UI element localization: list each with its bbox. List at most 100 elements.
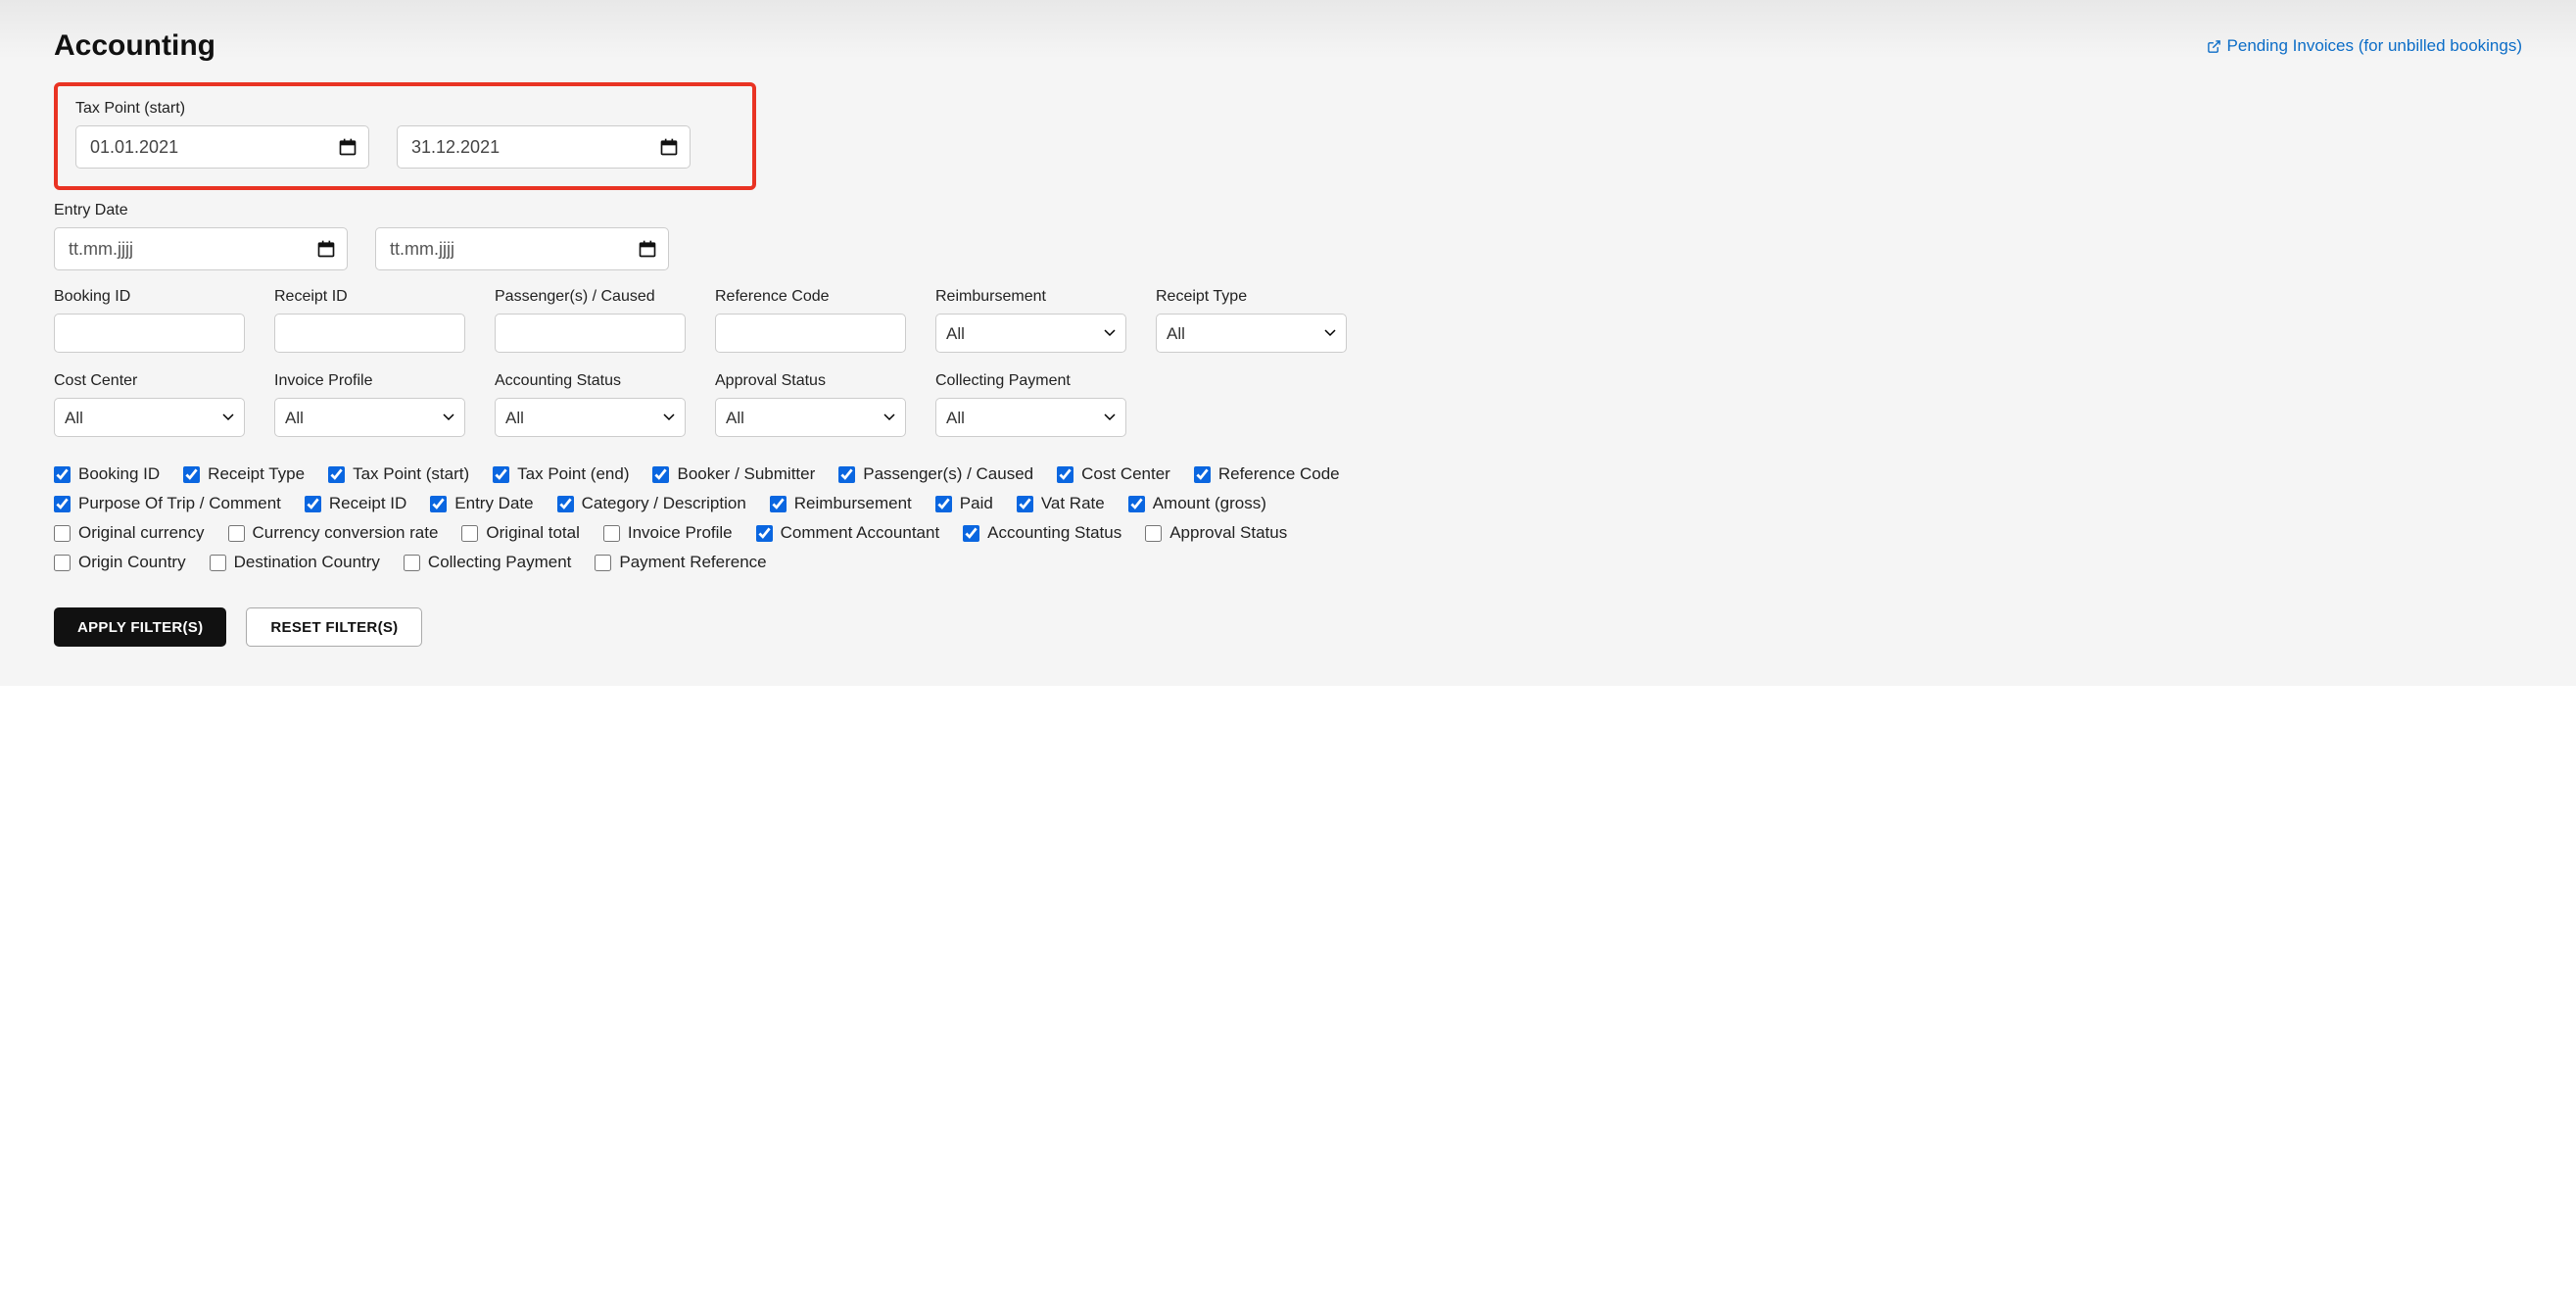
column-checkbox[interactable] xyxy=(493,466,509,483)
column-toggle[interactable]: Cost Center xyxy=(1057,464,1170,484)
receipt-type-label: Receipt Type xyxy=(1156,288,1347,306)
column-checkbox[interactable] xyxy=(404,555,420,571)
column-toggle[interactable]: Payment Reference xyxy=(595,553,766,572)
column-checkbox-label: Entry Date xyxy=(454,494,533,513)
column-toggle[interactable]: Vat Rate xyxy=(1017,494,1105,513)
column-checkbox[interactable] xyxy=(1057,466,1073,483)
column-checkbox[interactable] xyxy=(54,496,71,512)
column-checkbox[interactable] xyxy=(935,496,952,512)
column-toggle[interactable]: Collecting Payment xyxy=(404,553,571,572)
collecting-payment-label: Collecting Payment xyxy=(935,372,1126,390)
column-toggle[interactable]: Original currency xyxy=(54,523,205,543)
column-toggle[interactable]: Booking ID xyxy=(54,464,160,484)
column-checkbox-label: Paid xyxy=(960,494,993,513)
column-checkbox-label: Original total xyxy=(486,523,579,543)
column-checkbox[interactable] xyxy=(603,525,620,542)
column-checkbox-label: Vat Rate xyxy=(1041,494,1105,513)
column-checkbox[interactable] xyxy=(770,496,787,512)
column-toggle[interactable]: Accounting Status xyxy=(963,523,1121,543)
entry-date-start-input[interactable] xyxy=(54,227,348,270)
filters-grid: Booking ID Receipt ID Passenger(s) / Cau… xyxy=(54,288,1406,437)
column-checkbox[interactable] xyxy=(1194,466,1211,483)
column-checkbox[interactable] xyxy=(652,466,669,483)
column-checkbox[interactable] xyxy=(461,525,478,542)
column-checkbox-label: Tax Point (end) xyxy=(517,464,629,484)
reimbursement-select[interactable]: All xyxy=(935,314,1126,353)
receipt-id-label: Receipt ID xyxy=(274,288,465,306)
column-toggle[interactable]: Booker / Submitter xyxy=(652,464,815,484)
booking-id-input[interactable] xyxy=(54,314,245,353)
pending-invoices-label: Pending Invoices (for unbilled bookings) xyxy=(2227,36,2522,56)
column-toggle[interactable]: Amount (gross) xyxy=(1128,494,1266,513)
tax-point-start-input[interactable] xyxy=(75,125,369,169)
receipt-id-input[interactable] xyxy=(274,314,465,353)
passengers-label: Passenger(s) / Caused xyxy=(495,288,686,306)
column-checkbox-label: Comment Accountant xyxy=(781,523,940,543)
column-toggle[interactable]: Tax Point (start) xyxy=(328,464,469,484)
approval-status-select[interactable]: All xyxy=(715,398,906,437)
receipt-type-select[interactable]: All xyxy=(1156,314,1347,353)
column-toggle[interactable]: Reference Code xyxy=(1194,464,1340,484)
column-checkbox[interactable] xyxy=(54,555,71,571)
column-checkbox[interactable] xyxy=(54,466,71,483)
passengers-input[interactable] xyxy=(495,314,686,353)
column-checkbox-label: Receipt ID xyxy=(329,494,406,513)
external-link-icon xyxy=(2207,39,2221,54)
collecting-payment-select[interactable]: All xyxy=(935,398,1126,437)
pending-invoices-link[interactable]: Pending Invoices (for unbilled bookings) xyxy=(2207,36,2522,56)
column-toggle[interactable]: Passenger(s) / Caused xyxy=(838,464,1033,484)
column-checkbox[interactable] xyxy=(228,525,245,542)
tax-point-highlight: Tax Point (start) xyxy=(54,82,756,190)
column-checkbox-label: Accounting Status xyxy=(987,523,1121,543)
column-checkbox-label: Payment Reference xyxy=(619,553,766,572)
column-toggle[interactable]: Paid xyxy=(935,494,993,513)
column-toggle[interactable]: Original total xyxy=(461,523,579,543)
column-checkbox[interactable] xyxy=(305,496,321,512)
column-toggle[interactable]: Origin Country xyxy=(54,553,186,572)
column-toggle[interactable]: Comment Accountant xyxy=(756,523,940,543)
entry-date-label: Entry Date xyxy=(54,202,2522,219)
column-toggle[interactable]: Reimbursement xyxy=(770,494,912,513)
column-checkbox[interactable] xyxy=(756,525,773,542)
invoice-profile-select[interactable]: All xyxy=(274,398,465,437)
column-checkbox[interactable] xyxy=(183,466,200,483)
column-toggle[interactable]: Receipt ID xyxy=(305,494,406,513)
column-checkbox[interactable] xyxy=(963,525,979,542)
column-checkbox-label: Category / Description xyxy=(582,494,746,513)
tax-point-end-input[interactable] xyxy=(397,125,691,169)
column-toggle[interactable]: Tax Point (end) xyxy=(493,464,629,484)
reference-code-input[interactable] xyxy=(715,314,906,353)
column-toggle[interactable]: Invoice Profile xyxy=(603,523,733,543)
column-checkbox[interactable] xyxy=(595,555,611,571)
column-toggle[interactable]: Receipt Type xyxy=(183,464,305,484)
column-checkbox-label: Approval Status xyxy=(1169,523,1287,543)
reference-code-label: Reference Code xyxy=(715,288,906,306)
column-checkbox[interactable] xyxy=(1128,496,1145,512)
column-checkbox[interactable] xyxy=(430,496,447,512)
apply-filters-button[interactable]: APPLY FILTER(S) xyxy=(54,607,226,647)
column-checkbox[interactable] xyxy=(54,525,71,542)
column-toggle[interactable]: Approval Status xyxy=(1145,523,1287,543)
column-checkbox[interactable] xyxy=(1145,525,1162,542)
column-checkbox[interactable] xyxy=(557,496,574,512)
accounting-status-select[interactable]: All xyxy=(495,398,686,437)
column-checkbox-label: Currency conversion rate xyxy=(253,523,439,543)
column-checkbox-label: Destination Country xyxy=(234,553,380,572)
entry-date-end-input[interactable] xyxy=(375,227,669,270)
reset-filters-button[interactable]: RESET FILTER(S) xyxy=(246,607,422,647)
approval-status-label: Approval Status xyxy=(715,372,906,390)
column-toggle[interactable]: Purpose Of Trip / Comment xyxy=(54,494,281,513)
tax-point-label: Tax Point (start) xyxy=(75,100,735,118)
column-toggle[interactable]: Category / Description xyxy=(557,494,746,513)
column-checkbox[interactable] xyxy=(328,466,345,483)
column-checkbox[interactable] xyxy=(1017,496,1033,512)
cost-center-select[interactable]: All xyxy=(54,398,245,437)
invoice-profile-label: Invoice Profile xyxy=(274,372,465,390)
column-toggle[interactable]: Destination Country xyxy=(210,553,380,572)
column-toggle[interactable]: Currency conversion rate xyxy=(228,523,439,543)
column-toggle[interactable]: Entry Date xyxy=(430,494,533,513)
column-checkbox[interactable] xyxy=(210,555,226,571)
reimbursement-label: Reimbursement xyxy=(935,288,1126,306)
column-checkbox-label: Reference Code xyxy=(1218,464,1340,484)
column-checkbox[interactable] xyxy=(838,466,855,483)
